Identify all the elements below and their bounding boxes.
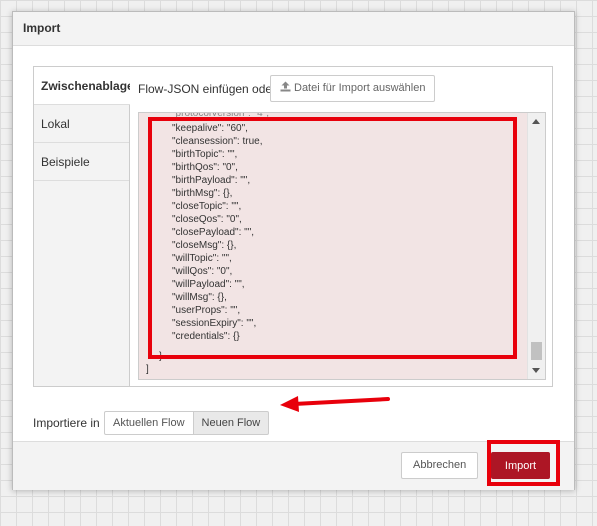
code-line: "willMsg": {}, [172, 292, 227, 303]
code-line: "cleansession": true, [172, 136, 263, 147]
upload-icon [280, 81, 291, 92]
new-flow-button[interactable]: Neuen Flow [193, 411, 270, 435]
code-line: "willPayload": "", [172, 279, 245, 290]
code-line: "birthMsg": {}, [172, 188, 233, 199]
code-line: } [159, 351, 163, 362]
cancel-button[interactable]: Abbrechen [401, 452, 479, 479]
import-button[interactable]: Import [491, 452, 550, 479]
scrollbar-thumb[interactable] [531, 342, 542, 360]
dialog-title: Import [13, 12, 574, 46]
code-line: "closeTopic": "", [172, 201, 242, 212]
current-flow-button[interactable]: Aktuellen Flow [104, 411, 194, 435]
json-editor[interactable]: "protocolVersion": "4", "keepalive": "60… [138, 112, 546, 380]
code-line: "protocolVersion": "4", [172, 112, 270, 119]
code-line: "keepalive": "60", [172, 123, 248, 134]
editor-scrollbar[interactable] [527, 113, 545, 379]
import-panel: Zwischenablage Lokal Beispiele Flow-JSON… [33, 66, 553, 387]
dialog-body: Zwischenablage Lokal Beispiele Flow-JSON… [13, 46, 574, 441]
import-source-tabs: Zwischenablage Lokal Beispiele [34, 67, 130, 386]
code-line: "closeMsg": {}, [172, 240, 237, 251]
import-target-label: Importiere in [33, 416, 100, 430]
code-line: "credentials": {} [172, 331, 240, 342]
code-line: "closePayload": "", [172, 227, 255, 238]
clipboard-title: Flow-JSON einfügen oder [138, 82, 277, 96]
code-line: "birthTopic": "", [172, 149, 238, 160]
code-line: ] [146, 364, 149, 375]
select-file-label: Datei für Import auswählen [294, 82, 426, 94]
dialog-footer: Abbrechen Import [13, 441, 574, 490]
code-line: "willQos": "0", [172, 266, 233, 277]
code-line: "closeQos": "0", [172, 214, 242, 225]
code-line: "sessionExpiry": "", [172, 318, 257, 329]
import-target-toggle: Aktuellen Flow Neuen Flow [104, 411, 270, 435]
tab-beispiele[interactable]: Beispiele [34, 143, 129, 181]
select-file-button[interactable]: Datei für Import auswählen [270, 75, 436, 102]
json-code[interactable]: "protocolVersion": "4", "keepalive": "60… [139, 113, 527, 379]
tab-zwischenablage[interactable]: Zwischenablage [34, 67, 130, 105]
import-dialog: Import Zwischenablage Lokal Beispiele Fl… [12, 11, 575, 490]
code-line: "willTopic": "", [172, 253, 232, 264]
scroll-down-arrow-icon[interactable] [532, 368, 540, 373]
code-line: "birthQos": "0", [172, 162, 238, 173]
code-line: "userProps": "", [172, 305, 241, 316]
code-line: "birthPayload": "", [172, 175, 251, 186]
tab-lokal[interactable]: Lokal [34, 105, 129, 143]
scroll-up-arrow-icon[interactable] [532, 119, 540, 124]
